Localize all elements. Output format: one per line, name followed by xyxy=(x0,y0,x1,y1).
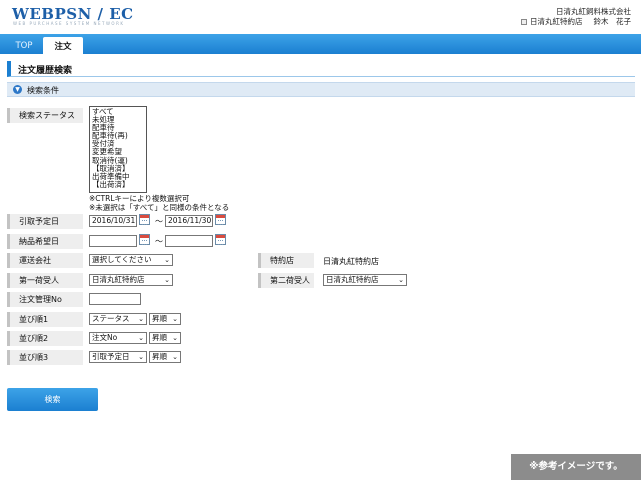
user-info: 日清丸紅飼料株式会社 日清丸紅特約店 鈴木 花子 xyxy=(521,7,631,27)
consignee2-select[interactable]: 日清丸紅特約店 ⌄ xyxy=(323,274,407,286)
range-separator: ～ xyxy=(155,217,163,226)
consignee1-select[interactable]: 日清丸紅特約店 ⌄ xyxy=(89,274,173,286)
sort1-label: 並び順1 xyxy=(7,312,83,327)
status-option[interactable]: 【出荷済】 xyxy=(92,180,144,189)
sort2-direction-value: 昇順 xyxy=(152,333,167,342)
sort1-field-value: ステータス xyxy=(92,314,130,323)
calendar-icon[interactable] xyxy=(215,234,226,245)
status-listbox[interactable]: すべて 未処理 配車待 配車待(再) 受付済 変更希望 取消待(運) 【取消済】… xyxy=(89,106,147,193)
agent-value: 日清丸紅特約店 xyxy=(323,257,379,266)
pickup-date-to-input[interactable]: 2016/11/30 xyxy=(165,215,213,227)
status-label: 検索ステータス xyxy=(7,108,83,123)
tab-order[interactable]: 注文 xyxy=(43,37,83,54)
sort3-field-select[interactable]: 引取予定日 ⌄ xyxy=(89,351,147,363)
sort3-direction-select[interactable]: 昇順 ⌄ xyxy=(149,351,181,363)
chevron-down-icon: ⌄ xyxy=(172,334,178,342)
delivery-date-from-input[interactable] xyxy=(89,235,137,247)
agent-label: 特約店 xyxy=(258,253,314,268)
unselected-note: ※未選択は「すべて」と同様の条件となる xyxy=(89,203,230,212)
delivery-date-label: 納品希望日 xyxy=(7,234,83,249)
chevron-down-icon[interactable]: ▼ xyxy=(13,85,22,94)
calendar-icon[interactable] xyxy=(139,214,150,225)
sort1-direction-value: 昇順 xyxy=(152,314,167,323)
search-conditions-label: 検索条件 xyxy=(27,86,59,95)
consignee1-select-value: 日清丸紅特約店 xyxy=(92,275,145,284)
chevron-down-icon: ⌄ xyxy=(138,334,144,342)
sort2-field-value: 注文No xyxy=(92,333,118,342)
sort3-direction-value: 昇順 xyxy=(152,352,167,361)
consignee2-select-value: 日清丸紅特約店 xyxy=(326,275,379,284)
carrier-label: 運送会社 xyxy=(7,253,83,268)
calendar-icon[interactable] xyxy=(139,234,150,245)
pickup-date-from-input[interactable]: 2016/10/31 xyxy=(89,215,137,227)
sort1-direction-select[interactable]: 昇順 ⌄ xyxy=(149,313,181,325)
sort3-field-value: 引取予定日 xyxy=(92,352,130,361)
calendar-icon[interactable] xyxy=(215,214,226,225)
consignee1-label: 第一荷受人 xyxy=(7,273,83,288)
chevron-down-icon: ⌄ xyxy=(172,353,178,361)
search-conditions-header[interactable]: ▼ 検索条件 xyxy=(7,82,635,97)
pickup-date-label: 引取予定日 xyxy=(7,214,83,229)
sort2-field-select[interactable]: 注文No ⌄ xyxy=(89,332,147,344)
company-name: 日清丸紅飼料株式会社 xyxy=(556,7,631,16)
range-separator: ～ xyxy=(155,237,163,246)
tab-top[interactable]: TOP xyxy=(8,37,40,54)
chevron-down-icon: ⌄ xyxy=(164,276,170,284)
delivery-date-to-input[interactable] xyxy=(165,235,213,247)
order-mgmt-label: 注文管理No xyxy=(7,292,83,307)
main-tabbar: TOP 注文 xyxy=(0,34,641,54)
carrier-select[interactable]: 選択してください ⌄ xyxy=(89,254,173,266)
chevron-down-icon: ⌄ xyxy=(164,256,170,264)
carrier-select-value: 選択してください xyxy=(92,255,152,264)
consignee2-label: 第二荷受人 xyxy=(258,273,314,288)
user-row: 日清丸紅特約店 鈴木 花子 xyxy=(521,17,631,27)
sort1-field-select[interactable]: ステータス ⌄ xyxy=(89,313,147,325)
user-icon xyxy=(521,19,527,25)
user-name: 鈴木 花子 xyxy=(593,17,632,26)
store-name: 日清丸紅特約店 xyxy=(530,17,583,26)
sort2-direction-select[interactable]: 昇順 ⌄ xyxy=(149,332,181,344)
app-logo-subtitle: WEB PURCHASE SYSTEM NETWORK xyxy=(13,21,125,26)
chevron-down-icon: ⌄ xyxy=(138,353,144,361)
sort2-label: 並び順2 xyxy=(7,331,83,346)
chevron-down-icon: ⌄ xyxy=(172,315,178,323)
search-button[interactable]: 検索 xyxy=(7,388,98,411)
sort3-label: 並び順3 xyxy=(7,350,83,365)
chevron-down-icon: ⌄ xyxy=(398,276,404,284)
order-mgmt-input[interactable] xyxy=(89,293,141,305)
page-title-bar: 注文履歴検索 xyxy=(7,61,635,77)
chevron-down-icon: ⌄ xyxy=(138,315,144,323)
app-header: WEBPSN / EC WEB PURCHASE SYSTEM NETWORK … xyxy=(0,0,641,34)
sample-image-badge: ※参考イメージです。 xyxy=(511,454,641,480)
page-title: 注文履歴検索 xyxy=(18,66,73,76)
